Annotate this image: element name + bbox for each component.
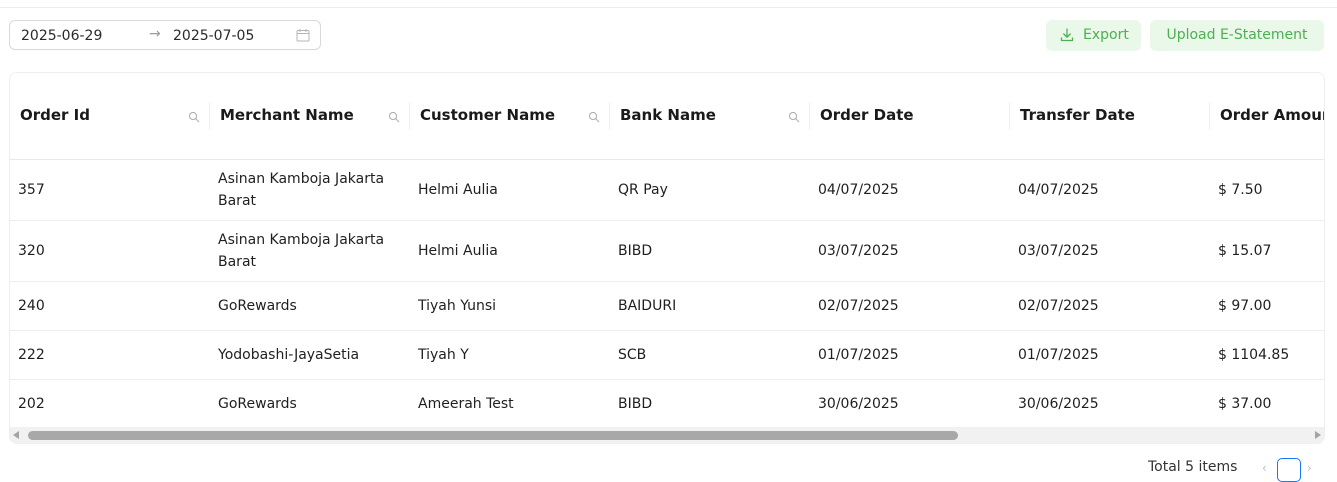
cell-transfer-date: 04/07/2025: [1018, 182, 1099, 198]
download-icon: [1060, 28, 1074, 42]
table-row[interactable]: 202 GoRewards Ameerah Test BIBD 30/06/20…: [10, 380, 1324, 427]
column-header-merchant-name[interactable]: Merchant Name: [210, 73, 410, 159]
table-row[interactable]: 240 GoRewards Tiyah Yunsi BAIDURI 02/07/…: [10, 282, 1324, 331]
column-label: Customer Name: [420, 106, 555, 124]
search-icon[interactable]: [788, 111, 800, 123]
column-header-transfer-date[interactable]: Transfer Date: [1010, 73, 1210, 159]
cell-merchant-name: Asinan Kamboja Jakarta Barat: [218, 171, 385, 209]
column-label: Merchant Name: [220, 106, 354, 124]
cell-order-date: 01/07/2025: [818, 347, 899, 363]
table-row[interactable]: 222 Yodobashi-JayaSetia Tiyah Y SCB 01/0…: [10, 331, 1324, 380]
horizontal-scrollbar[interactable]: [10, 427, 1324, 443]
cell-order-amount: $ 7.50: [1218, 182, 1263, 198]
scrollbar-thumb[interactable]: [28, 431, 958, 440]
cell-bank-name: BIBD: [618, 243, 653, 259]
column-label: Order Amount: [1220, 106, 1324, 124]
cell-merchant-name: Asinan Kamboja Jakarta Barat: [218, 232, 385, 270]
cell-order-id: 357: [18, 182, 45, 198]
cell-order-id: 320: [18, 243, 45, 259]
cell-transfer-date: 02/07/2025: [1018, 298, 1099, 314]
search-icon[interactable]: [588, 111, 600, 123]
top-divider: [0, 7, 1337, 8]
table-row[interactable]: 357 Asinan Kamboja Jakarta Barat Helmi A…: [10, 160, 1324, 221]
cell-order-id: 222: [18, 347, 45, 363]
cell-merchant-name: GoRewards: [218, 298, 297, 314]
export-button[interactable]: Export: [1046, 20, 1141, 51]
cell-transfer-date: 03/07/2025: [1018, 243, 1099, 259]
scroll-right-arrow-icon[interactable]: [1315, 431, 1321, 439]
column-header-bank-name[interactable]: Bank Name: [610, 73, 810, 159]
cell-order-date: 04/07/2025: [818, 182, 899, 198]
cell-order-date: 03/07/2025: [818, 243, 899, 259]
cell-order-id: 202: [18, 396, 45, 412]
table-row[interactable]: 320 Asinan Kamboja Jakarta Barat Helmi A…: [10, 221, 1324, 282]
column-label: Order Id: [20, 106, 90, 124]
calendar-icon[interactable]: [296, 28, 310, 42]
scroll-left-arrow-icon[interactable]: [13, 431, 19, 439]
date-range-picker[interactable]: 2025-06-29 → 2025-07-05: [9, 20, 321, 50]
cell-customer-name: Helmi Aulia: [418, 243, 498, 259]
cell-customer-name: Ameerah Test: [418, 396, 514, 412]
chevron-left-icon[interactable]: ‹: [1262, 461, 1267, 475]
cell-bank-name: BIBD: [618, 396, 653, 412]
cell-transfer-date: 01/07/2025: [1018, 347, 1099, 363]
cell-order-id: 240: [18, 298, 45, 314]
table-header: Order Id Merchant Name Customer Name Ban…: [10, 73, 1324, 160]
cell-bank-name: SCB: [618, 347, 647, 363]
column-header-customer-name[interactable]: Customer Name: [410, 73, 610, 159]
cell-bank-name: BAIDURI: [618, 298, 677, 314]
cell-customer-name: Helmi Aulia: [418, 182, 498, 198]
cell-order-date: 02/07/2025: [818, 298, 899, 314]
cell-order-amount: $ 1104.85: [1218, 347, 1290, 363]
column-label: Bank Name: [620, 106, 716, 124]
cell-merchant-name: Yodobashi-JayaSetia: [218, 347, 360, 363]
column-label: Transfer Date: [1020, 106, 1135, 124]
cell-order-amount: $ 97.00: [1218, 298, 1272, 314]
chevron-right-icon[interactable]: ›: [1307, 461, 1312, 475]
upload-e-statement-button[interactable]: Upload E-Statement: [1150, 20, 1324, 51]
column-label: Order Date: [820, 106, 914, 124]
cell-merchant-name: GoRewards: [218, 396, 297, 412]
cell-order-amount: $ 37.00: [1218, 396, 1272, 412]
search-icon[interactable]: [388, 111, 400, 123]
cell-order-amount: $ 15.07: [1218, 243, 1272, 259]
cell-bank-name: QR Pay: [618, 182, 668, 198]
start-date-input[interactable]: 2025-06-29: [21, 27, 102, 45]
total-items-text: Total 5 items: [1148, 459, 1238, 475]
end-date-input[interactable]: 2025-07-05: [173, 27, 254, 45]
column-header-order-id[interactable]: Order Id: [10, 73, 210, 159]
column-header-order-amount[interactable]: Order Amount: [1210, 73, 1324, 159]
orders-table: Order Id Merchant Name Customer Name Ban…: [9, 72, 1325, 444]
pagination-page-1[interactable]: [1277, 458, 1301, 482]
cell-transfer-date: 30/06/2025: [1018, 396, 1099, 412]
range-arrow-icon: →: [149, 26, 161, 42]
search-icon[interactable]: [188, 111, 200, 123]
export-button-label: Export: [1083, 27, 1129, 43]
cell-customer-name: Tiyah Yunsi: [418, 298, 497, 314]
cell-order-date: 30/06/2025: [818, 396, 899, 412]
cell-customer-name: Tiyah Y: [418, 347, 469, 363]
column-header-order-date[interactable]: Order Date: [810, 73, 1010, 159]
